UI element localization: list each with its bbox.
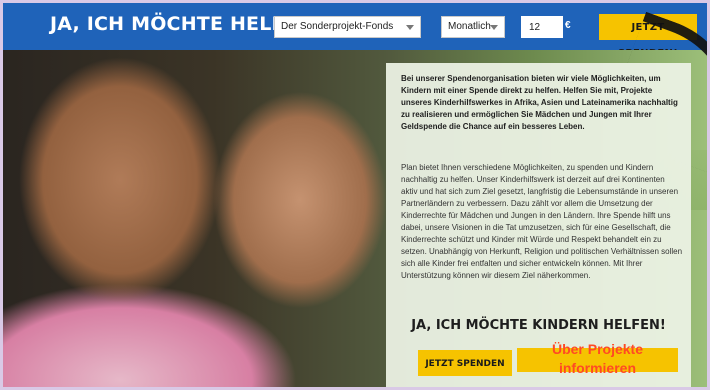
interval-select-value: Monatlich <box>448 21 491 32</box>
project-info-label[interactable]: Über Projekte informieren <box>517 340 678 378</box>
project-select[interactable]: Der Sonderprojekt-Fonds <box>274 16 421 38</box>
cta-heading: JA, ICH MÖCHTE KINDERN HELFEN! <box>411 318 666 333</box>
interval-select[interactable]: Monatlich <box>441 16 505 38</box>
body-text: Plan bietet Ihnen verschiedene Möglichke… <box>401 163 683 280</box>
chevron-down-icon <box>490 25 498 30</box>
donate-button[interactable]: JETZT SPENDEN <box>418 350 512 376</box>
chevron-down-icon <box>406 25 414 30</box>
header-bar: JA, ICH MÖCHTE HELFEN! Der Sonderprojekt… <box>0 0 710 59</box>
currency-label: € <box>565 20 571 31</box>
project-select-value: Der Sonderprojekt-Fonds <box>281 21 394 32</box>
intro-text: Bei unserer Spendenorganisation bieten w… <box>401 74 678 131</box>
amount-input[interactable] <box>521 16 563 38</box>
